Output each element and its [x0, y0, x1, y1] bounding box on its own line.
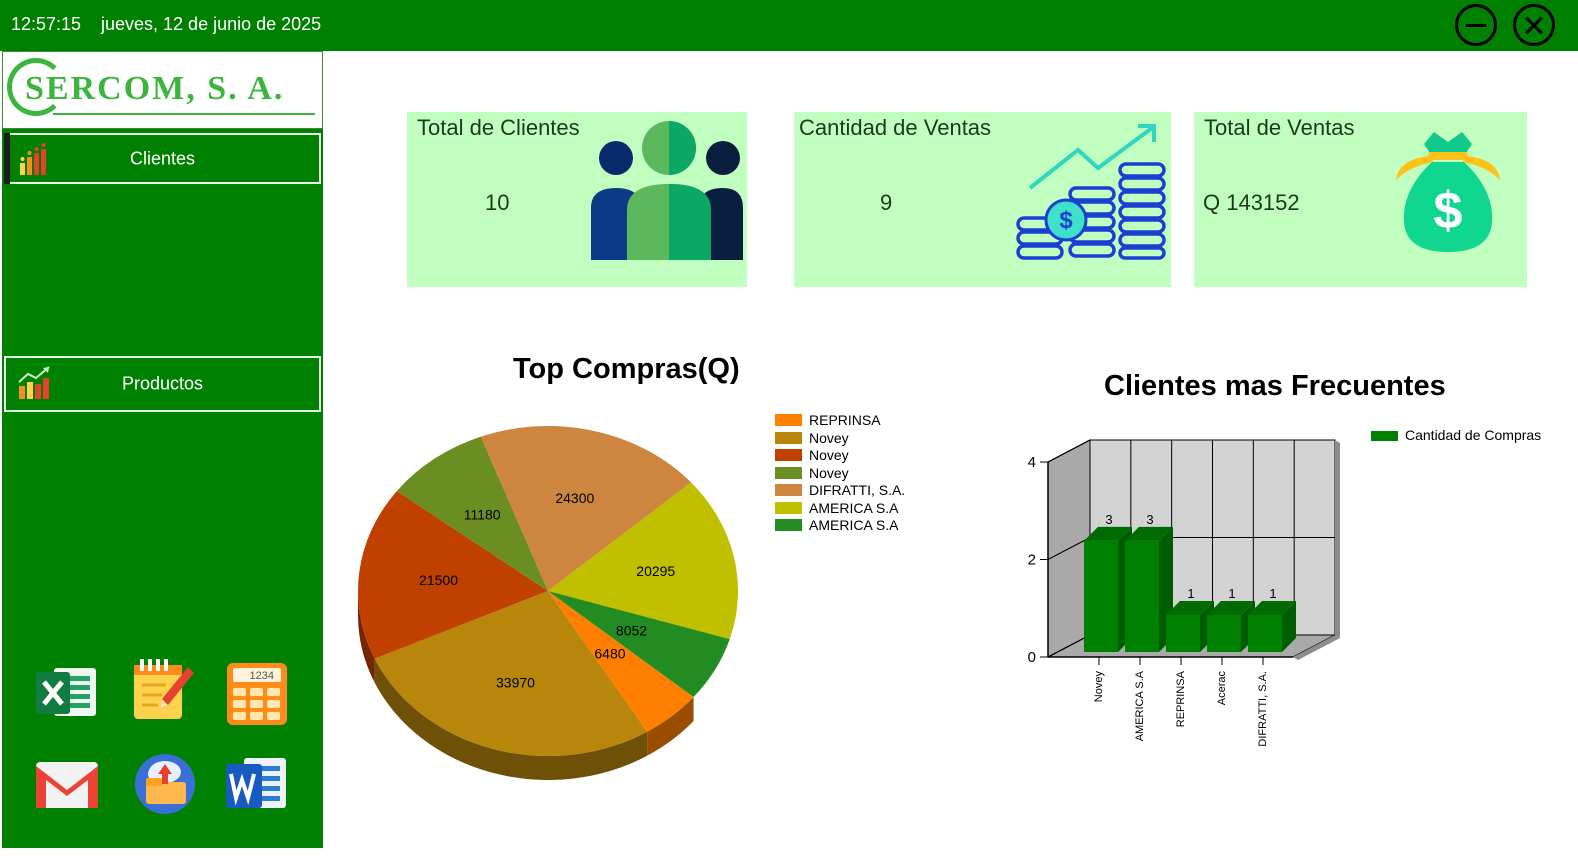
legend-label: REPRINSA: [809, 412, 881, 428]
legend-swatch: [775, 501, 802, 514]
bar-data-label: 1: [1228, 586, 1235, 601]
legend-swatch: [1371, 431, 1398, 441]
card-value: Q 143152: [1203, 190, 1300, 215]
pie-data-label: 24300: [555, 490, 594, 506]
pie-chart-title: Top Compras(Q): [513, 353, 740, 385]
card-cantidad-ventas: Cantidad de Ventas 9 $: [794, 112, 1171, 287]
coins-growth-icon: $: [1016, 124, 1166, 260]
bar-legend: Cantidad de Compras: [1371, 427, 1541, 444]
legend-label: AMERICA S.A: [809, 517, 899, 533]
x-tick-label: REPRINSA: [1175, 670, 1187, 727]
logo-underline: [53, 113, 315, 115]
legend-item: Novey: [775, 465, 849, 482]
pie-data-label: 11180: [464, 506, 501, 522]
bar[interactable]: [1084, 540, 1118, 652]
money-bag-icon: $: [1396, 132, 1500, 252]
top-compras-pie-chart: 6480 33970 21500 11180 24300 20295 8052: [358, 426, 738, 780]
minimize-button[interactable]: [1455, 4, 1497, 46]
y-tick-label: 2: [1028, 552, 1036, 569]
card-value: 10: [485, 190, 510, 215]
legend-label: AMERICA S.A: [809, 499, 899, 516]
bar[interactable]: [1248, 614, 1282, 652]
card-title: Total de Clientes: [417, 115, 580, 140]
y-tick-label: 0: [1028, 649, 1036, 666]
card-title: Total de Ventas: [1204, 115, 1355, 140]
pie-data-label: 20295: [636, 563, 675, 579]
sidebar-item-productos[interactable]: Productos: [4, 356, 321, 412]
sidebar-item-clientes[interactable]: Clientes: [4, 133, 321, 184]
svg-text:$: $: [1434, 182, 1463, 240]
gmail-icon[interactable]: [34, 752, 100, 818]
card-value: 9: [880, 190, 893, 215]
legend-swatch: [775, 431, 802, 444]
pie-data-label: 33970: [496, 674, 535, 690]
legend-swatch: [775, 519, 802, 531]
legend-swatch: [775, 414, 802, 426]
bar-chart-title: Clientes mas Frecuentes: [1104, 370, 1446, 402]
bar[interactable]: [1125, 540, 1159, 652]
sidebar-item-label: Productos: [121, 373, 204, 394]
calculator-display: 1234: [250, 670, 274, 682]
legend-swatch: [775, 449, 802, 461]
legend-item: AMERICA S.A: [775, 500, 898, 517]
calculator-icon[interactable]: 1234: [224, 660, 290, 726]
chart-wall-edge: [1335, 440, 1340, 638]
logo-text: SERCOM, S. A.: [25, 70, 285, 107]
word-icon[interactable]: [224, 752, 290, 818]
bar-data-label: 1: [1187, 586, 1194, 601]
sidebar-item-label: Clientes: [129, 148, 196, 168]
company-logo: SERCOM, S. A.: [2, 51, 323, 129]
people-icon: [591, 121, 743, 260]
svg-text:$: $: [1059, 207, 1073, 234]
legend-swatch: [775, 484, 802, 496]
close-button[interactable]: [1513, 4, 1555, 46]
legend-item: AMERICA S.A: [775, 517, 898, 534]
legend-label: Novey: [809, 464, 849, 481]
pie-data-label: 6480: [594, 646, 625, 662]
legend-label: Cantidad de Compras: [1405, 427, 1542, 443]
legend-label: Novey: [809, 447, 849, 463]
legend-label: DIFRATTI, S.A.: [809, 482, 906, 498]
bar-data-label: 3: [1146, 512, 1153, 527]
clock-date: jueves, 12 de junio de 2025: [101, 14, 322, 34]
x-tick-label: DIFRATTI, S.A.: [1257, 671, 1269, 747]
legend-swatch: [775, 466, 802, 479]
card-title: Cantidad de Ventas: [799, 115, 992, 140]
card-total-clientes: Total de Clientes 10: [407, 112, 747, 287]
notepad-icon[interactable]: [130, 657, 196, 723]
y-tick-label: 4: [1028, 454, 1036, 471]
x-tick-label: AMERICA S.A: [1134, 670, 1146, 741]
legend-label: Novey: [809, 429, 849, 446]
card-total-ventas: Total de Ventas Q 143152 $: [1194, 112, 1527, 287]
bar-data-label: 1: [1269, 586, 1276, 601]
legend-item: DIFRATTI, S.A.: [775, 482, 905, 499]
cloud-folder-icon[interactable]: [132, 750, 198, 816]
clock-time: 12:57:15: [11, 14, 82, 34]
legend-item: REPRINSA: [775, 412, 881, 429]
legend-item: Novey: [775, 430, 849, 447]
pie-data-label: 21500: [419, 572, 458, 588]
bar[interactable]: [1166, 614, 1200, 652]
clientes-frecuentes-bar-chart: 0 2 4 3 Novey 3 AMERICA S.A 1 REPRINSA 1 Acerac 1 DI…: [1028, 439, 1340, 747]
excel-icon[interactable]: [34, 660, 100, 726]
bar-data-label: 3: [1105, 512, 1112, 527]
x-tick-label: Acerac: [1216, 671, 1228, 706]
bar[interactable]: [1207, 614, 1241, 652]
pie-data-label: 8052: [616, 622, 647, 638]
x-tick-label: Novey: [1093, 671, 1105, 703]
legend-item: Novey: [775, 447, 849, 464]
